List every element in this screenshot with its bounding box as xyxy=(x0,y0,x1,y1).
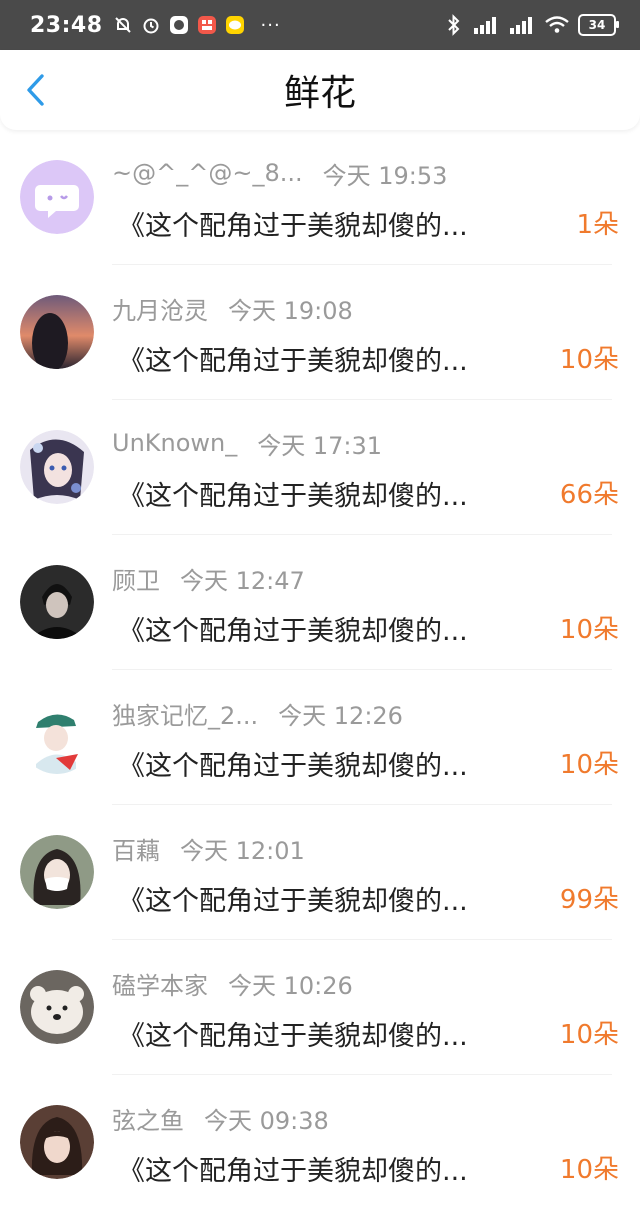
meta-line: UnKnown_ 今天 17:31 xyxy=(112,426,382,460)
chat-bubble-avatar[interactable] xyxy=(20,160,94,234)
book-title: 《这个配角过于美貌却傻的... xyxy=(118,211,468,242)
app-yellow-chat-icon xyxy=(225,15,245,35)
mask-girl-avatar[interactable] xyxy=(20,835,94,909)
battery-level: 34 xyxy=(588,18,606,32)
user-name[interactable]: 百藕 xyxy=(112,831,160,866)
cap-girl-avatar[interactable] xyxy=(20,700,94,774)
dark-portrait-avatar[interactable] xyxy=(20,565,94,639)
list-item[interactable]: 顾卫 今天 12:47 《这个配角过于美貌却傻的... 10朵 xyxy=(0,535,640,670)
back-button[interactable] xyxy=(18,72,54,108)
book-title: 《这个配角过于美貌却傻的... xyxy=(118,1021,468,1052)
book-title: 《这个配角过于美貌却傻的... xyxy=(118,886,468,917)
timestamp: 今天 10:26 xyxy=(228,971,353,1000)
list-item[interactable]: 百藕 今天 12:01 《这个配角过于美貌却傻的... 99朵 xyxy=(0,805,640,940)
flower-count: 10朵 xyxy=(559,1020,619,1050)
flower-count: 66朵 xyxy=(559,480,619,510)
list-item[interactable]: 弦之鱼 今天 09:38 《这个配角过于美貌却傻的... 10朵 xyxy=(0,1075,640,1210)
more-notifications: ··· xyxy=(260,14,281,36)
signal-1-icon xyxy=(472,15,500,35)
sunset-avatar[interactable] xyxy=(20,295,94,369)
flower-list: ~@^_^@~_8... 今天 19:53 《这个配角过于美貌却傻的... 1朵… xyxy=(0,130,640,1210)
flower-count: 1朵 xyxy=(576,210,619,240)
alarm-icon xyxy=(141,15,161,35)
list-item[interactable]: 磕学本家 今天 10:26 《这个配角过于美貌却傻的... 10朵 xyxy=(0,940,640,1075)
user-name[interactable]: 九月沧灵 xyxy=(112,291,208,326)
meta-line: 磕学本家 今天 10:26 xyxy=(112,966,353,1000)
user-name[interactable]: 弦之鱼 xyxy=(112,1101,184,1136)
timestamp: 今天 12:47 xyxy=(180,566,305,595)
flower-count: 10朵 xyxy=(559,1155,619,1185)
book-title: 《这个配角过于美貌却傻的... xyxy=(118,616,468,647)
book-title: 《这个配角过于美貌却傻的... xyxy=(118,346,468,377)
user-name[interactable]: ~@^_^@~_8... xyxy=(112,159,303,187)
user-name[interactable]: 独家记忆_2... xyxy=(112,696,258,731)
list-item[interactable]: ~@^_^@~_8... 今天 19:53 《这个配角过于美貌却傻的... 1朵 xyxy=(0,130,640,265)
timestamp: 今天 09:38 xyxy=(204,1106,329,1135)
mute-bell-icon xyxy=(113,15,133,35)
user-name[interactable]: UnKnown_ xyxy=(112,429,237,457)
meta-line: 独家记忆_2... 今天 12:26 xyxy=(112,696,403,730)
signal-2-icon xyxy=(508,15,536,35)
timestamp: 今天 19:53 xyxy=(322,161,448,190)
status-time: 23:48 xyxy=(30,12,103,38)
book-title: 《这个配角过于美貌却傻的... xyxy=(118,481,468,512)
top-nav-bar: 鲜花 xyxy=(0,50,640,130)
status-bar: 23:48 ··· 34 xyxy=(0,0,640,50)
list-item[interactable]: 九月沧灵 今天 19:08 《这个配角过于美貌却傻的... 10朵 xyxy=(0,265,640,400)
flower-count: 10朵 xyxy=(559,750,619,780)
flower-count: 10朵 xyxy=(559,615,619,645)
timestamp: 今天 17:31 xyxy=(257,431,383,460)
user-name[interactable]: 磕学本家 xyxy=(112,966,208,1001)
status-icons-right: 34 xyxy=(444,14,619,36)
user-name[interactable]: 顾卫 xyxy=(112,561,160,596)
timestamp: 今天 19:08 xyxy=(228,296,353,325)
battery-icon: 34 xyxy=(578,14,619,36)
page-title: 鲜花 xyxy=(283,73,356,114)
meta-line: 百藕 今天 12:01 xyxy=(112,831,305,865)
timestamp: 今天 12:01 xyxy=(180,836,305,865)
meta-line: 九月沧灵 今天 19:08 xyxy=(112,291,353,325)
timestamp: 今天 12:26 xyxy=(278,701,403,730)
back-chevron-icon xyxy=(27,74,44,106)
meta-line: 弦之鱼 今天 09:38 xyxy=(112,1101,329,1135)
list-item[interactable]: 独家记忆_2... 今天 12:26 《这个配角过于美貌却傻的... 10朵 xyxy=(0,670,640,805)
meta-line: 顾卫 今天 12:47 xyxy=(112,561,305,595)
book-title: 《这个配角过于美貌却傻的... xyxy=(118,751,468,782)
status-icons-left: ··· xyxy=(113,15,281,36)
bluetooth-icon xyxy=(444,14,464,36)
app-circle-icon xyxy=(169,15,189,35)
flower-count: 99朵 xyxy=(559,885,619,915)
girl-portrait-avatar[interactable] xyxy=(20,1105,94,1179)
meta-line: ~@^_^@~_8... 今天 19:53 xyxy=(112,156,447,190)
plush-bear-avatar[interactable] xyxy=(20,970,94,1044)
anime-avatar[interactable] xyxy=(20,430,94,504)
flower-count: 10朵 xyxy=(559,345,619,375)
wifi-icon xyxy=(544,15,570,35)
list-item[interactable]: UnKnown_ 今天 17:31 《这个配角过于美貌却傻的... 66朵 xyxy=(0,400,640,535)
book-title: 《这个配角过于美貌却傻的... xyxy=(118,1156,468,1187)
app-red-icon xyxy=(197,15,217,35)
